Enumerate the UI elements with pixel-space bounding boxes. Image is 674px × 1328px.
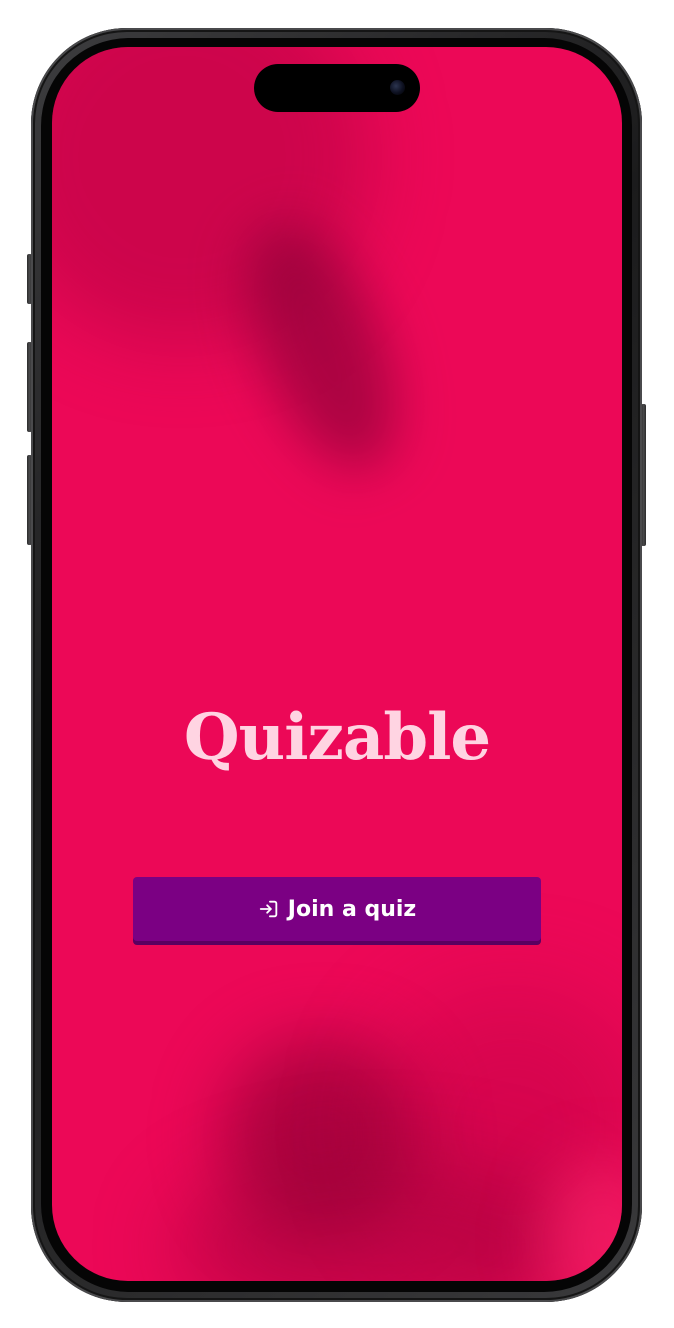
device-mockup: Quizable Join a quiz	[0, 0, 674, 1328]
app-screen: Quizable Join a quiz	[52, 47, 622, 1281]
app-logo-title: Quizable	[183, 700, 491, 775]
join-quiz-button[interactable]: Join a quiz	[133, 877, 541, 941]
enter-icon	[259, 900, 278, 918]
join-quiz-label: Join a quiz	[287, 896, 417, 922]
dynamic-island	[254, 64, 420, 112]
camera-icon	[390, 80, 405, 95]
